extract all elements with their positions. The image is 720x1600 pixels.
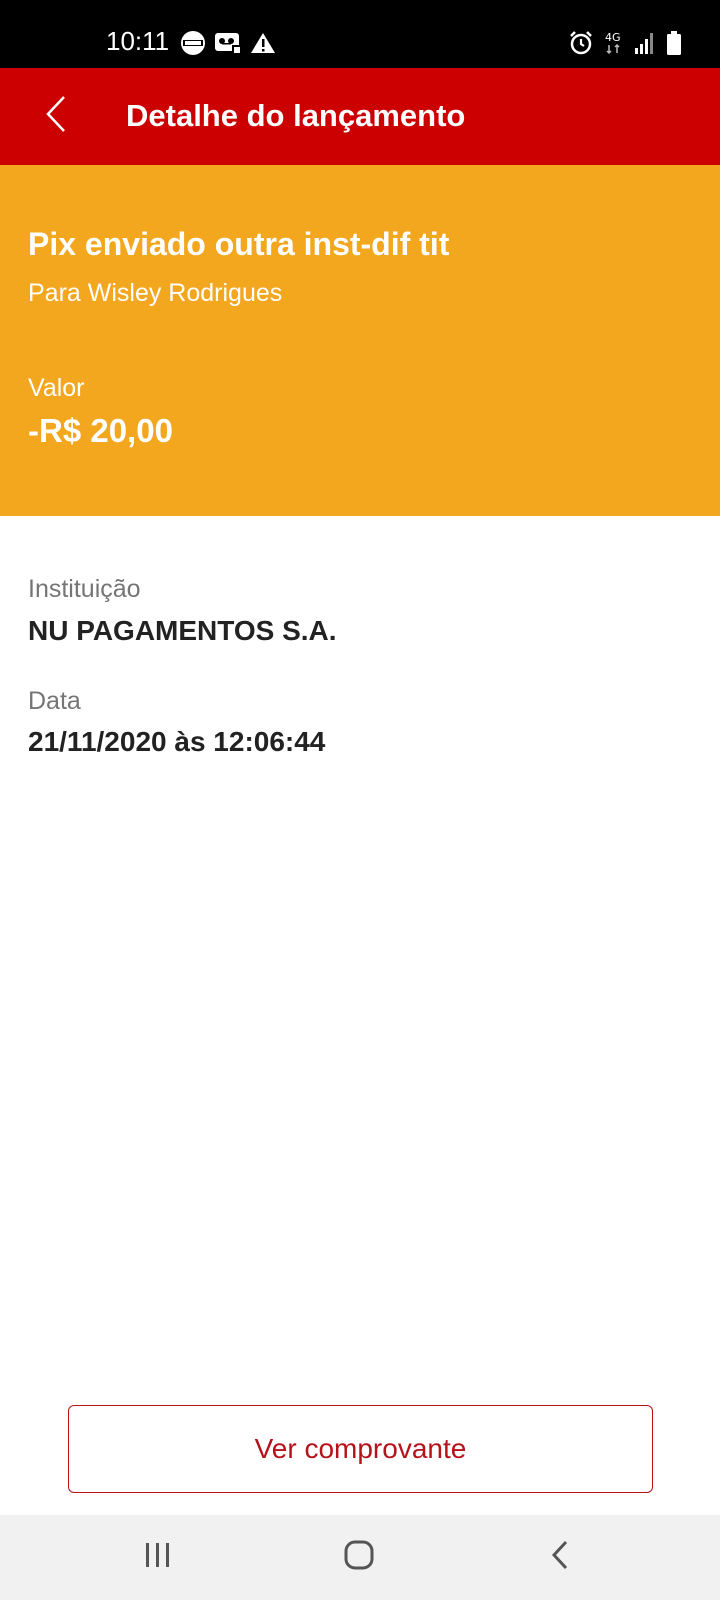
voicemail-icon [214, 31, 242, 55]
view-receipt-button[interactable]: Ver comprovante [68, 1405, 653, 1493]
recent-apps-button[interactable] [118, 1529, 198, 1585]
home-icon [343, 1539, 375, 1576]
status-left-icons [180, 30, 276, 56]
page-title: Detalhe do lançamento [126, 98, 466, 133]
value-label: Valor [28, 374, 85, 402]
home-button[interactable] [319, 1529, 399, 1585]
battery-icon [666, 30, 682, 56]
alarm-icon [568, 30, 594, 56]
institution-label: Instituição [28, 575, 141, 603]
app-header: Detalhe do lançamento [0, 68, 720, 165]
status-bar: 10:11 4G [0, 0, 720, 68]
view-receipt-label: Ver comprovante [254, 1433, 467, 1464]
network-4g-icon: 4G [604, 30, 624, 56]
warning-icon [250, 31, 276, 55]
status-right-icons: 4G [568, 30, 682, 56]
system-nav-bar [0, 1515, 720, 1600]
365-badge-icon [180, 30, 206, 56]
svg-text:4G: 4G [605, 31, 621, 44]
date-label: Data [28, 687, 81, 715]
system-back-button[interactable] [520, 1529, 600, 1585]
transaction-recipient: Para Wisley Rodrigues [28, 279, 283, 307]
back-icon [550, 1539, 570, 1576]
chevron-left-icon [44, 94, 68, 139]
status-time: 10:11 [106, 26, 170, 56]
recent-apps-icon [143, 1541, 173, 1574]
signal-icon [634, 31, 656, 55]
transaction-amount: -R$ 20,00 [28, 412, 173, 449]
date-value: 21/11/2020 às 12:06:44 [28, 726, 326, 757]
back-button[interactable] [28, 88, 84, 144]
transaction-summary: Pix enviado outra inst-dif tit Para Wisl… [0, 165, 720, 516]
transaction-title: Pix enviado outra inst-dif tit [28, 226, 450, 262]
institution-value: NU PAGAMENTOS S.A. [28, 615, 337, 646]
